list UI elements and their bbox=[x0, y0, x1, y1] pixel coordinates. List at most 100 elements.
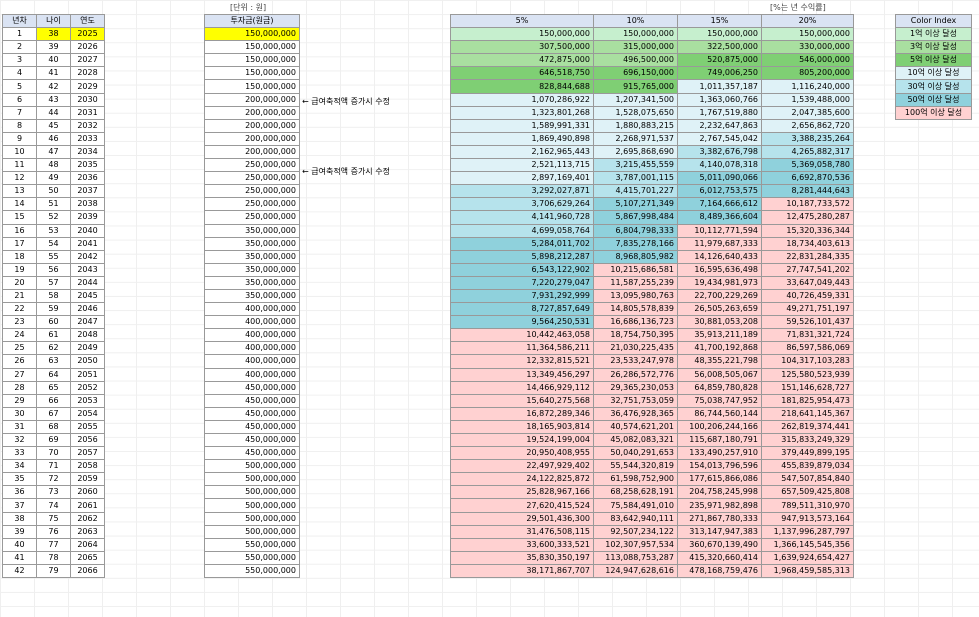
year-cell[interactable]: 2044 bbox=[70, 275, 105, 290]
return-cell[interactable]: 379,449,899,195 bbox=[761, 446, 854, 461]
return-cell[interactable]: 749,006,250 bbox=[677, 66, 762, 81]
investment-cell[interactable]: 550,000,000 bbox=[204, 563, 300, 579]
year-cell[interactable]: 2057 bbox=[70, 446, 105, 461]
return-cell[interactable]: 4,415,701,227 bbox=[593, 184, 678, 199]
return-cell[interactable]: 7,220,279,047 bbox=[450, 275, 594, 290]
return-cell[interactable]: 124,947,628,616 bbox=[593, 563, 678, 579]
return-cell[interactable]: 360,670,139,490 bbox=[677, 537, 762, 552]
year-cell[interactable]: 2038 bbox=[70, 197, 105, 212]
age-cell[interactable]: 50 bbox=[36, 184, 71, 199]
investment-cell[interactable]: 250,000,000 bbox=[204, 171, 300, 186]
age-cell[interactable]: 76 bbox=[36, 524, 71, 539]
investment-cell[interactable]: 400,000,000 bbox=[204, 328, 300, 343]
year-cell[interactable]: 2056 bbox=[70, 432, 105, 448]
return-cell[interactable]: 2,695,868,690 bbox=[593, 144, 678, 160]
return-cell[interactable]: 547,507,854,840 bbox=[761, 472, 854, 487]
year-cell[interactable]: 2034 bbox=[70, 144, 105, 160]
return-cell[interactable]: 1,880,883,215 bbox=[593, 118, 678, 133]
return-cell[interactable]: 11,979,687,333 bbox=[677, 236, 762, 251]
return-cell[interactable]: 6,692,870,536 bbox=[761, 171, 854, 186]
age-cell[interactable]: 66 bbox=[36, 393, 71, 408]
year-cell[interactable]: 2049 bbox=[70, 341, 105, 356]
year-index-cell[interactable]: 27 bbox=[2, 367, 37, 382]
year-cell[interactable]: 2059 bbox=[70, 472, 105, 487]
return-cell[interactable]: 30,881,053,208 bbox=[677, 315, 762, 330]
year-cell[interactable]: 2028 bbox=[70, 66, 105, 81]
year-index-cell[interactable]: 6 bbox=[2, 92, 37, 107]
return-cell[interactable]: 10,215,686,581 bbox=[593, 262, 678, 277]
return-cell[interactable]: 181,825,954,473 bbox=[761, 393, 854, 408]
return-cell[interactable]: 696,150,000 bbox=[593, 66, 678, 81]
return-cell[interactable]: 64,859,780,828 bbox=[677, 380, 762, 395]
return-cell[interactable]: 40,574,621,201 bbox=[593, 419, 678, 435]
return-cell[interactable]: 23,533,247,978 bbox=[593, 354, 678, 369]
return-cell[interactable]: 455,839,879,034 bbox=[761, 459, 854, 474]
investment-cell[interactable]: 400,000,000 bbox=[204, 315, 300, 330]
age-cell[interactable]: 56 bbox=[36, 262, 71, 277]
return-cell[interactable]: 330,000,000 bbox=[761, 40, 854, 55]
year-index-cell[interactable]: 19 bbox=[2, 262, 37, 277]
return-cell[interactable]: 22,497,929,402 bbox=[450, 459, 594, 474]
investment-cell[interactable]: 450,000,000 bbox=[204, 432, 300, 448]
return-cell[interactable]: 271,867,780,333 bbox=[677, 511, 762, 526]
age-cell[interactable]: 52 bbox=[36, 210, 71, 225]
return-cell[interactable]: 8,727,857,649 bbox=[450, 302, 594, 317]
year-cell[interactable]: 2033 bbox=[70, 131, 105, 146]
return-cell[interactable]: 83,642,940,111 bbox=[593, 511, 678, 526]
year-index-cell[interactable]: 28 bbox=[2, 380, 37, 395]
return-cell[interactable]: 13,349,456,297 bbox=[450, 367, 594, 382]
return-cell[interactable]: 3,706,629,264 bbox=[450, 197, 594, 212]
age-cell[interactable]: 47 bbox=[36, 144, 71, 160]
return-cell[interactable]: 520,875,000 bbox=[677, 53, 762, 68]
return-cell[interactable]: 50,040,291,653 bbox=[593, 446, 678, 461]
year-cell[interactable]: 2047 bbox=[70, 315, 105, 330]
investment-cell[interactable]: 450,000,000 bbox=[204, 419, 300, 435]
investment-cell[interactable]: 150,000,000 bbox=[204, 40, 300, 55]
return-cell[interactable]: 315,833,249,329 bbox=[761, 432, 854, 448]
year-index-cell[interactable]: 36 bbox=[2, 485, 37, 500]
return-cell[interactable]: 133,490,257,910 bbox=[677, 446, 762, 461]
year-index-cell[interactable]: 10 bbox=[2, 144, 37, 160]
legend-item[interactable]: 1억 이상 달성 bbox=[895, 27, 972, 42]
year-cell[interactable]: 2066 bbox=[70, 563, 105, 579]
year-cell[interactable]: 2027 bbox=[70, 53, 105, 68]
return-cell[interactable]: 1,539,488,000 bbox=[761, 92, 854, 107]
year-cell[interactable]: 2053 bbox=[70, 393, 105, 408]
return-cell[interactable]: 415,320,660,414 bbox=[677, 550, 762, 565]
year-cell[interactable]: 2050 bbox=[70, 354, 105, 369]
col-header-year[interactable]: 연도 bbox=[70, 13, 105, 29]
return-cell[interactable]: 71,831,321,724 bbox=[761, 328, 854, 343]
age-cell[interactable]: 71 bbox=[36, 459, 71, 474]
return-cell[interactable]: 18,754,750,395 bbox=[593, 328, 678, 343]
age-cell[interactable]: 40 bbox=[36, 53, 71, 68]
legend-item[interactable]: 3억 이상 달성 bbox=[895, 40, 972, 55]
return-cell[interactable]: 4,140,078,318 bbox=[677, 158, 762, 173]
year-index-cell[interactable]: 18 bbox=[2, 249, 37, 264]
year-index-cell[interactable]: 35 bbox=[2, 472, 37, 487]
return-cell[interactable]: 75,584,491,010 bbox=[593, 498, 678, 513]
investment-cell[interactable]: 400,000,000 bbox=[204, 367, 300, 382]
return-cell[interactable]: 18,165,903,814 bbox=[450, 419, 594, 435]
age-cell[interactable]: 75 bbox=[36, 511, 71, 526]
return-cell[interactable]: 3,382,676,798 bbox=[677, 144, 762, 160]
return-cell[interactable]: 31,476,508,115 bbox=[450, 524, 594, 539]
age-cell[interactable]: 72 bbox=[36, 472, 71, 487]
return-cell[interactable]: 4,265,882,317 bbox=[761, 144, 854, 160]
return-cell[interactable]: 20,950,408,955 bbox=[450, 446, 594, 461]
age-cell[interactable]: 59 bbox=[36, 302, 71, 317]
year-cell[interactable]: 2052 bbox=[70, 380, 105, 395]
return-cell[interactable]: 16,686,136,723 bbox=[593, 315, 678, 330]
year-index-cell[interactable]: 22 bbox=[2, 302, 37, 317]
year-cell[interactable]: 2055 bbox=[70, 419, 105, 435]
return-cell[interactable]: 125,580,523,939 bbox=[761, 367, 854, 382]
investment-cell[interactable]: 250,000,000 bbox=[204, 158, 300, 173]
age-cell[interactable]: 73 bbox=[36, 485, 71, 500]
legend-item[interactable]: 100억 이상 달성 bbox=[895, 105, 972, 120]
year-index-cell[interactable]: 42 bbox=[2, 563, 37, 579]
investment-cell[interactable]: 250,000,000 bbox=[204, 184, 300, 199]
year-index-cell[interactable]: 8 bbox=[2, 118, 37, 133]
investment-cell[interactable]: 350,000,000 bbox=[204, 262, 300, 277]
return-cell[interactable]: 5,284,011,702 bbox=[450, 236, 594, 251]
return-cell[interactable]: 15,320,336,344 bbox=[761, 223, 854, 238]
year-cell[interactable]: 2046 bbox=[70, 302, 105, 317]
